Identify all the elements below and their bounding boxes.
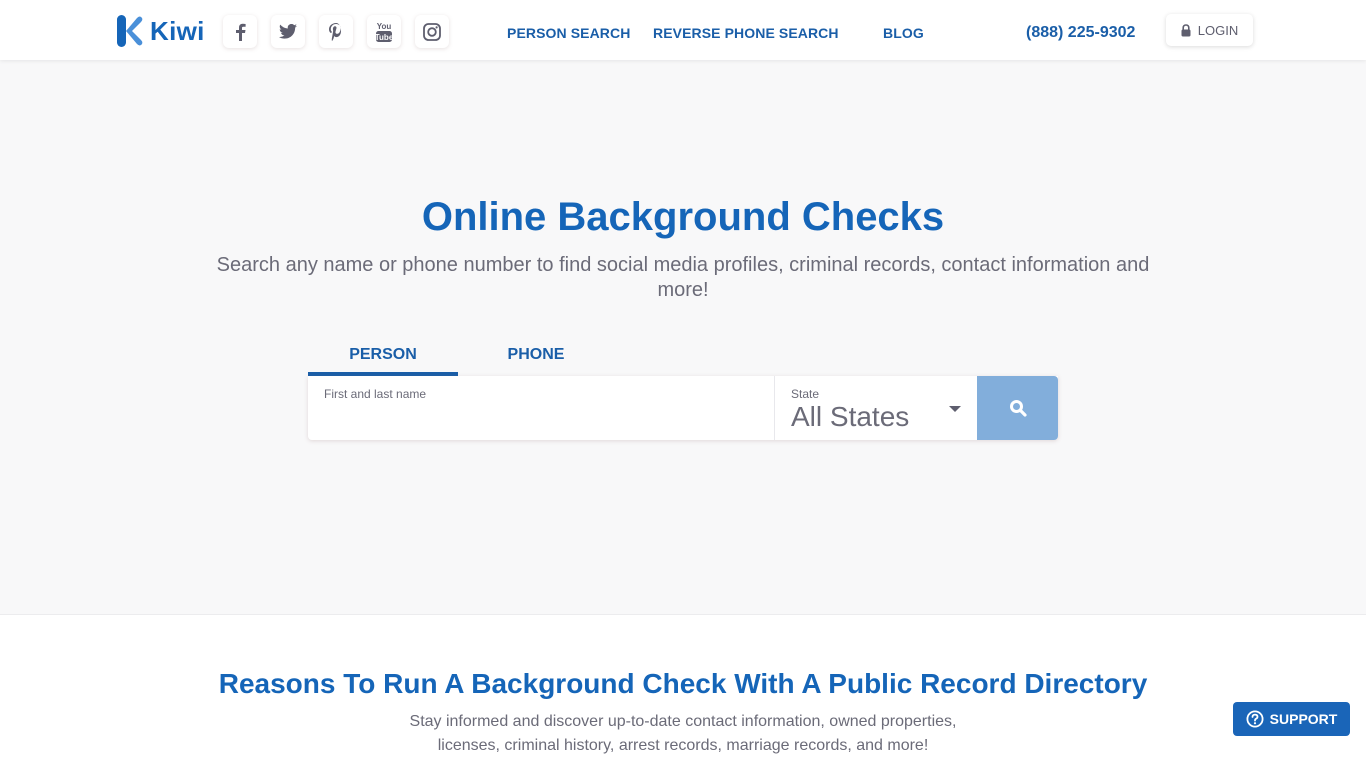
tab-person[interactable]: PERSON <box>308 336 458 376</box>
phone-number-link[interactable]: (888) 225-9302 <box>1026 24 1135 42</box>
login-label: LOGIN <box>1197 22 1239 38</box>
kiwi-logo-icon <box>117 15 143 47</box>
nav-reverse-phone-search[interactable]: REVERSE PHONE SEARCH <box>653 25 839 41</box>
pinterest-icon <box>329 22 341 41</box>
hero-title: Online Background Checks <box>421 195 945 239</box>
hero-subtitle: Search any name or phone number to find … <box>216 254 1150 301</box>
support-label: SUPPORT <box>1269 711 1338 727</box>
twitter-link[interactable] <box>271 15 305 48</box>
svg-text:Tube: Tube <box>375 33 393 42</box>
nav-blog[interactable]: BLOG <box>883 25 924 41</box>
youtube-link[interactable]: You Tube <box>367 15 401 48</box>
chevron-down-icon <box>949 406 961 412</box>
svg-text:You: You <box>377 22 392 31</box>
state-label: State <box>791 387 820 401</box>
name-field[interactable]: First and last name <box>308 376 774 440</box>
name-field-label: First and last name <box>324 387 427 401</box>
logo-text: Kiwi <box>150 15 205 46</box>
youtube-icon: You Tube <box>375 22 393 42</box>
lock-icon <box>1181 23 1191 36</box>
search-button[interactable] <box>977 376 1058 440</box>
twitter-icon <box>279 24 297 39</box>
instagram-icon <box>423 22 441 41</box>
tab-phone[interactable]: PHONE <box>461 336 611 376</box>
login-button[interactable]: LOGIN <box>1166 14 1253 46</box>
help-circle-icon <box>1246 710 1264 728</box>
pinterest-link[interactable] <box>319 15 353 48</box>
nav-person-search[interactable]: PERSON SEARCH <box>507 25 630 41</box>
reasons-subtitle: Stay informed and discover up-to-date co… <box>333 710 1033 758</box>
site-header: Kiwi You Tube PERSON SEARCH REVERSE PHON… <box>0 0 1366 60</box>
reasons-title: Reasons To Run A Background Check With A… <box>218 668 1148 699</box>
instagram-link[interactable] <box>415 15 449 48</box>
reasons-subtitle-line-1: Stay informed and discover up-to-date co… <box>409 713 957 730</box>
search-form: First and last name State All States <box>308 376 1058 440</box>
name-input[interactable] <box>324 406 764 434</box>
state-value: All States <box>791 401 910 432</box>
support-button[interactable]: SUPPORT <box>1233 702 1350 736</box>
kiwi-logo[interactable]: Kiwi <box>117 15 205 47</box>
facebook-link[interactable] <box>223 15 257 48</box>
search-icon <box>1009 400 1027 417</box>
facebook-icon <box>235 23 246 41</box>
reasons-subtitle-line-2: licenses, criminal history, arrest recor… <box>437 737 929 754</box>
state-select[interactable]: State All States <box>774 376 977 440</box>
